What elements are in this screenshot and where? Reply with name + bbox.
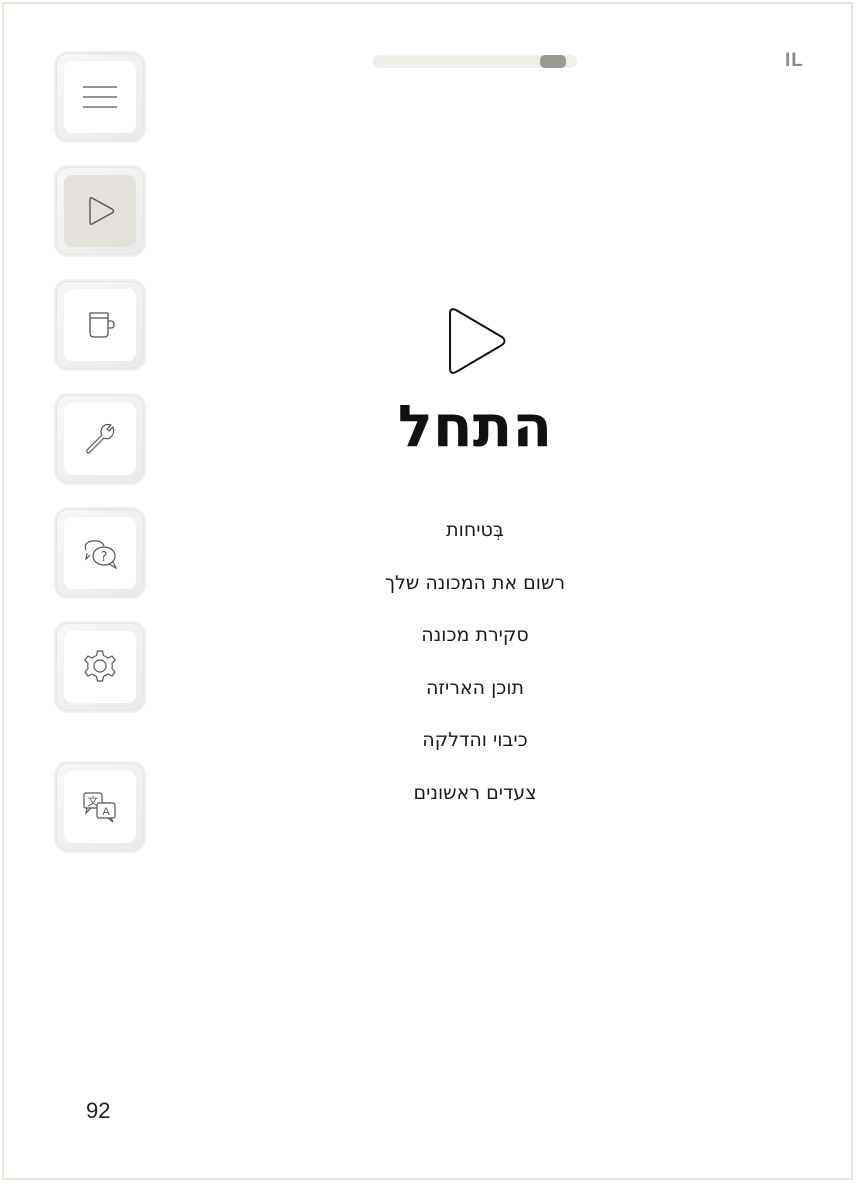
menu-item-register-machine[interactable]: רשום את המכונה שלך — [0, 568, 859, 621]
menu-item-safety[interactable]: בְּטיחות — [0, 515, 859, 568]
menu-button[interactable] — [56, 53, 144, 141]
cup-button[interactable] — [56, 281, 144, 369]
menu-item-machine-overview[interactable]: סקירת מכונה — [0, 620, 859, 673]
page-title: התחל — [397, 392, 553, 460]
menu-item-power-on-off[interactable]: כיבוי והדלקה — [0, 725, 859, 778]
progress-indicator — [540, 55, 566, 68]
cup-icon — [89, 312, 115, 338]
language-code: IL — [785, 50, 804, 71]
play-icon — [89, 197, 115, 225]
play-icon — [449, 308, 506, 374]
menu-item-package-contents[interactable]: תוכן האריזה — [0, 673, 859, 726]
menu-item-first-steps[interactable]: צעדים ראשונים — [0, 778, 859, 831]
page-number: 92 — [86, 1098, 111, 1123]
start-button[interactable] — [56, 167, 144, 255]
section-menu: בְּטיחות רשום את המכונה שלך סקירת מכונה … — [0, 515, 859, 830]
progress-bar — [373, 55, 577, 68]
hamburger-icon — [83, 86, 117, 108]
